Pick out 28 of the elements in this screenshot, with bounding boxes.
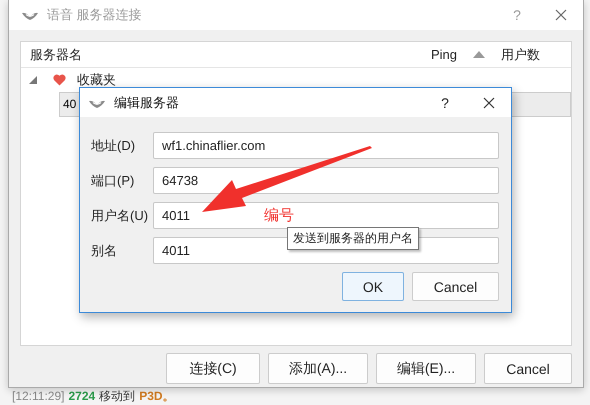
field-label: 端口(P) — [91, 172, 136, 190]
dialog-title: 编辑服务器 — [114, 94, 179, 112]
dialog-button[interactable]: 编辑(E)... — [376, 353, 476, 384]
log-user: 2724 — [68, 389, 96, 403]
dialog-button[interactable]: Cancel — [412, 272, 499, 301]
column-header[interactable]: 服务器名 — [21, 42, 431, 67]
input-field[interactable]: 64738 — [153, 167, 499, 194]
field-label: 地址(D) — [91, 136, 136, 154]
dialog-button[interactable]: 连接(C) — [166, 353, 260, 384]
log-target: P3D。 — [139, 389, 175, 403]
log-time: [12:11:29] — [12, 389, 64, 403]
window-title: 语音 服务器连接 — [47, 6, 142, 24]
field-label: 用户名(U) — [91, 206, 150, 224]
annotation-text: 编号 — [264, 206, 294, 225]
input-field[interactable]: wf1.chinaflier.com — [153, 132, 499, 159]
log-text: 移动到 — [99, 389, 136, 403]
close-icon — [483, 96, 495, 108]
column-header[interactable]: Ping — [431, 42, 501, 67]
tooltip: 发送到服务器的用户名 — [287, 227, 419, 250]
dialog-button[interactable]: Cancel — [484, 353, 572, 384]
field-label: 别名 — [91, 242, 118, 260]
column-header[interactable]: 用户数 — [501, 42, 571, 67]
dialog-button[interactable]: OK — [342, 272, 404, 301]
heart-icon — [53, 74, 66, 86]
help-button[interactable]: ? — [423, 88, 467, 118]
tree-item[interactable]: 收藏夹 — [77, 71, 116, 89]
dialog-button[interactable]: 添加(A)... — [268, 353, 368, 384]
close-icon — [555, 9, 567, 21]
